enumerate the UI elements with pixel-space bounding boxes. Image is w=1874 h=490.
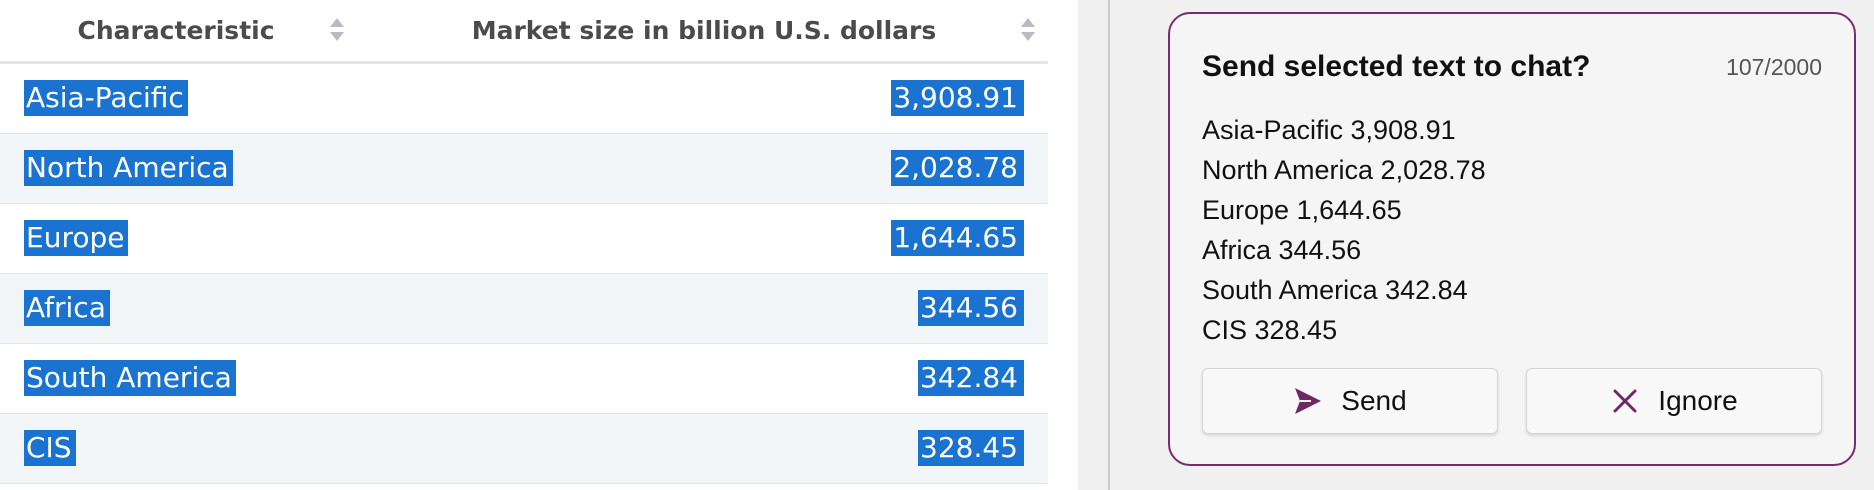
send-button[interactable]: Send (1202, 368, 1498, 434)
close-icon (1610, 386, 1640, 416)
pane-gutter (1048, 0, 1078, 490)
preview-line: South America 342.84 (1202, 275, 1468, 305)
sort-icon[interactable] (329, 18, 345, 44)
sort-icon[interactable] (1020, 18, 1036, 44)
preview-line: North America 2,028.78 (1202, 155, 1486, 185)
table-row: Asia-Pacific 3,908.91 (0, 64, 1048, 134)
table-row: North America 2,028.78 (0, 134, 1048, 204)
table-row: CIS 328.45 (0, 414, 1048, 484)
row-value: 3,908.91 (891, 80, 1024, 116)
row-characteristic: Asia-Pacific (24, 80, 188, 116)
ignore-button[interactable]: Ignore (1526, 368, 1822, 434)
table-row: Europe 1,644.65 (0, 204, 1048, 274)
row-value: 342.84 (918, 360, 1024, 396)
character-count: 107/2000 (1726, 54, 1822, 80)
table-row: South America 342.84 (0, 344, 1048, 414)
dialog-title: Send selected text to chat? (1202, 50, 1591, 83)
column-header-market-size[interactable]: Market size in billion U.S. dollars (360, 0, 1048, 61)
table-row: Africa 344.56 (0, 274, 1048, 344)
row-value: 1,644.65 (891, 220, 1024, 256)
selected-text-preview: Asia-Pacific 3,908.91 North America 2,02… (1202, 110, 1486, 350)
send-button-label: Send (1341, 385, 1407, 416)
table-header: Characteristic Market size in billion U.… (0, 0, 1048, 64)
send-icon (1293, 386, 1323, 416)
preview-line: Africa 344.56 (1202, 235, 1362, 265)
column-header-characteristic[interactable]: Characteristic (0, 0, 352, 61)
preview-line: Europe 1,644.65 (1202, 195, 1402, 225)
row-value: 2,028.78 (891, 150, 1024, 186)
pane-divider[interactable] (1108, 0, 1110, 490)
preview-line: Asia-Pacific 3,908.91 (1202, 115, 1456, 145)
data-table: Characteristic Market size in billion U.… (0, 0, 1048, 490)
ignore-button-label: Ignore (1658, 385, 1738, 416)
row-characteristic: South America (24, 360, 236, 396)
row-value: 328.45 (918, 430, 1024, 466)
row-characteristic: CIS (24, 430, 76, 466)
row-characteristic: Africa (24, 290, 110, 326)
send-to-chat-dialog: Send selected text to chat? 107/2000 Asi… (1168, 12, 1856, 466)
preview-line: CIS 328.45 (1202, 315, 1338, 345)
row-value: 344.56 (918, 290, 1024, 326)
row-characteristic: Europe (24, 220, 129, 256)
row-characteristic: North America (24, 150, 233, 186)
